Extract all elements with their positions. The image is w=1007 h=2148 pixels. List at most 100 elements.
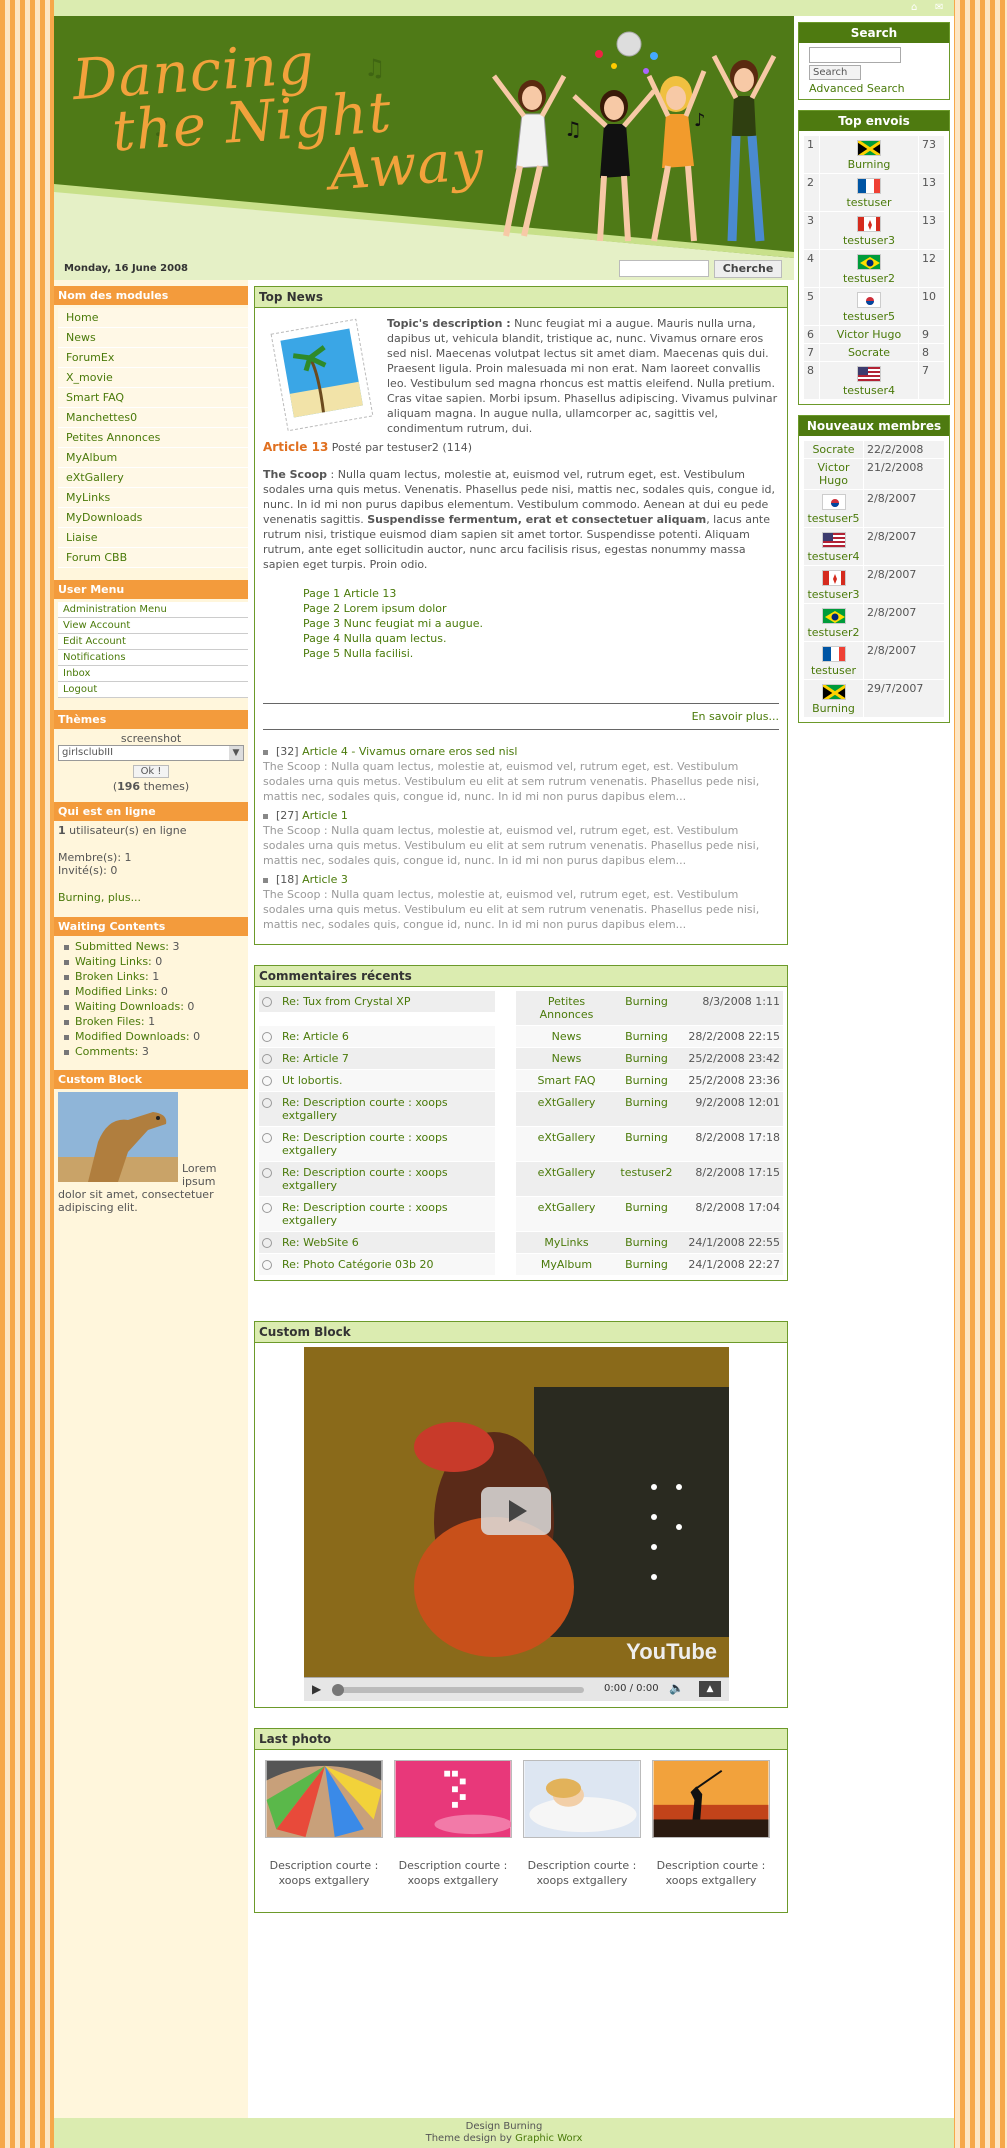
play-control-icon[interactable]: ▶ (312, 1682, 321, 1696)
seek-handle[interactable] (332, 1684, 344, 1696)
waiting-link[interactable]: Submitted News: (75, 940, 169, 953)
home-icon[interactable]: ⌂ (911, 3, 922, 13)
waiting-link[interactable]: Waiting Downloads: (75, 1000, 184, 1013)
user-menu-link[interactable]: View Account (58, 618, 248, 634)
theme-ok-button[interactable]: Ok ! (133, 765, 169, 778)
module-link[interactable]: Forum CBB (58, 548, 248, 568)
top-poster-link[interactable]: testuser (846, 196, 891, 209)
comment-user-link[interactable]: Burning (625, 1201, 668, 1214)
user-menu-link[interactable]: Inbox (58, 666, 248, 682)
waiting-link[interactable]: Modified Downloads: (75, 1030, 190, 1043)
new-member-link[interactable]: Victor Hugo (818, 461, 850, 487)
comment-user-link[interactable]: Burning (625, 1131, 668, 1144)
site-logo[interactable]: Dancing the Night Away (70, 26, 486, 216)
module-link[interactable]: Home (58, 308, 248, 328)
top-poster-link[interactable]: testuser4 (843, 384, 895, 397)
online-names-link[interactable]: Burning, plus... (58, 891, 141, 904)
user-menu-link[interactable]: Administration Menu (58, 602, 248, 618)
comment-user-link[interactable]: testuser2 (620, 1166, 672, 1179)
module-link[interactable]: Manchettes0 (58, 408, 248, 428)
comment-user-link[interactable]: Burning (625, 1074, 668, 1087)
waiting-link[interactable]: Waiting Links: (75, 955, 152, 968)
user-menu-link[interactable]: Logout (58, 682, 248, 698)
article-page-link[interactable]: Page 5 Nulla facilisi. (303, 646, 779, 661)
new-member-link[interactable]: testuser2 (807, 626, 859, 639)
article-page-link[interactable]: Page 2 Lorem ipsum dolor (303, 601, 779, 616)
comment-title-link[interactable]: Re: Tux from Crystal XP (282, 995, 410, 1008)
search-button[interactable]: Search (809, 65, 861, 80)
comment-module-link[interactable]: Petites Annonces (540, 995, 594, 1021)
comment-module-link[interactable]: News (552, 1052, 582, 1065)
news-item-link[interactable]: Article 3 (302, 873, 348, 886)
theme-select[interactable]: girlsclubIII ▼ (58, 745, 244, 761)
comment-user-link[interactable]: Burning (625, 995, 668, 1008)
news-item-link[interactable]: Article 4 - Vivamus ornare eros sed nisl (302, 745, 517, 758)
new-member-link[interactable]: testuser (811, 664, 856, 677)
waiting-link[interactable]: Modified Links: (75, 985, 157, 998)
comment-user-link[interactable]: Burning (625, 1096, 668, 1109)
top-poster-link[interactable]: testuser3 (843, 234, 895, 247)
video-play-button[interactable] (481, 1487, 551, 1535)
module-link[interactable]: ForumEx (58, 348, 248, 368)
comment-title-link[interactable]: Re: Description courte : xoops extgaller… (282, 1131, 492, 1157)
comment-module-link[interactable]: Smart FAQ (537, 1074, 595, 1087)
comment-title-link[interactable]: Re: Photo Catégorie 03b 20 (282, 1258, 434, 1271)
search-input[interactable] (809, 47, 901, 63)
fullscreen-icon[interactable]: ▲ (699, 1681, 721, 1697)
waiting-link[interactable]: Broken Files: (75, 1015, 145, 1028)
article-page-link[interactable]: Page 4 Nulla quam lectus. (303, 631, 779, 646)
new-member-link[interactable]: testuser5 (807, 512, 859, 525)
advanced-search-link[interactable]: Advanced Search (809, 82, 939, 95)
comment-user-link[interactable]: Burning (625, 1030, 668, 1043)
article-page-link[interactable]: Page 1 Article 13 (303, 586, 779, 601)
photo-umbrella[interactable] (265, 1760, 383, 1838)
comment-title-link[interactable]: Re: Article 7 (282, 1052, 349, 1065)
article-page-link[interactable]: Page 3 Nunc feugiat mi a augue. (303, 616, 779, 631)
comment-module-link[interactable]: News (552, 1030, 582, 1043)
comment-module-link[interactable]: eXtGallery (538, 1096, 596, 1109)
new-member-link[interactable]: Burning (812, 702, 855, 715)
module-link[interactable]: MyDownloads (58, 508, 248, 528)
module-link[interactable]: Liaise (58, 528, 248, 548)
new-member-link[interactable]: testuser4 (807, 550, 859, 563)
chevron-down-icon[interactable]: ▼ (229, 746, 243, 760)
module-link[interactable]: MyLinks (58, 488, 248, 508)
comment-module-link[interactable]: eXtGallery (538, 1166, 596, 1179)
comment-title-link[interactable]: Re: Description courte : xoops extgaller… (282, 1166, 492, 1192)
news-item-link[interactable]: Article 1 (302, 809, 348, 822)
top-poster-link[interactable]: testuser5 (843, 310, 895, 323)
module-link[interactable]: Smart FAQ (58, 388, 248, 408)
article-title-link[interactable]: Article 13 (263, 440, 328, 454)
header-search-button[interactable]: Cherche (714, 260, 782, 278)
volume-icon[interactable]: 🔈 (669, 1681, 684, 1695)
seek-bar[interactable] (334, 1687, 584, 1693)
comment-title-link[interactable]: Re: Article 6 (282, 1030, 349, 1043)
module-link[interactable]: eXtGallery (58, 468, 248, 488)
top-poster-link[interactable]: Victor Hugo (837, 328, 901, 341)
comment-user-link[interactable]: Burning (625, 1236, 668, 1249)
comment-title-link[interactable]: Re: Description courte : xoops extgaller… (282, 1201, 492, 1227)
photo-golfer[interactable] (652, 1760, 770, 1838)
photo-pink[interactable] (394, 1760, 512, 1838)
photo-sleeping[interactable] (523, 1760, 641, 1838)
new-member-link[interactable]: testuser3 (807, 588, 859, 601)
video-player[interactable]: YouTube ▶ 0:00 / 0:00 🔈 ▲ (304, 1347, 729, 1701)
module-link[interactable]: X_movie (58, 368, 248, 388)
waiting-link[interactable]: Broken Links: (75, 970, 149, 983)
comment-module-link[interactable]: eXtGallery (538, 1131, 596, 1144)
new-member-link[interactable]: Socrate (812, 443, 854, 456)
comment-title-link[interactable]: Re: WebSite 6 (282, 1236, 359, 1249)
waiting-link[interactable]: Comments: (75, 1045, 138, 1058)
top-poster-link[interactable]: testuser2 (843, 272, 895, 285)
footer-theme-link[interactable]: Graphic Worx (515, 2133, 582, 2144)
read-more-link[interactable]: En savoir plus... (692, 710, 779, 723)
youtube-logo[interactable]: YouTube (626, 1639, 717, 1665)
header-search-input[interactable] (619, 260, 709, 277)
module-link[interactable]: News (58, 328, 248, 348)
comment-module-link[interactable]: MyLinks (544, 1236, 588, 1249)
comment-user-link[interactable]: Burning (625, 1258, 668, 1271)
mail-icon[interactable]: ✉ (935, 3, 946, 13)
comment-title-link[interactable]: Ut lobortis. (282, 1074, 342, 1087)
comment-module-link[interactable]: MyAlbum (541, 1258, 592, 1271)
module-link[interactable]: Petites Annonces (58, 428, 248, 448)
